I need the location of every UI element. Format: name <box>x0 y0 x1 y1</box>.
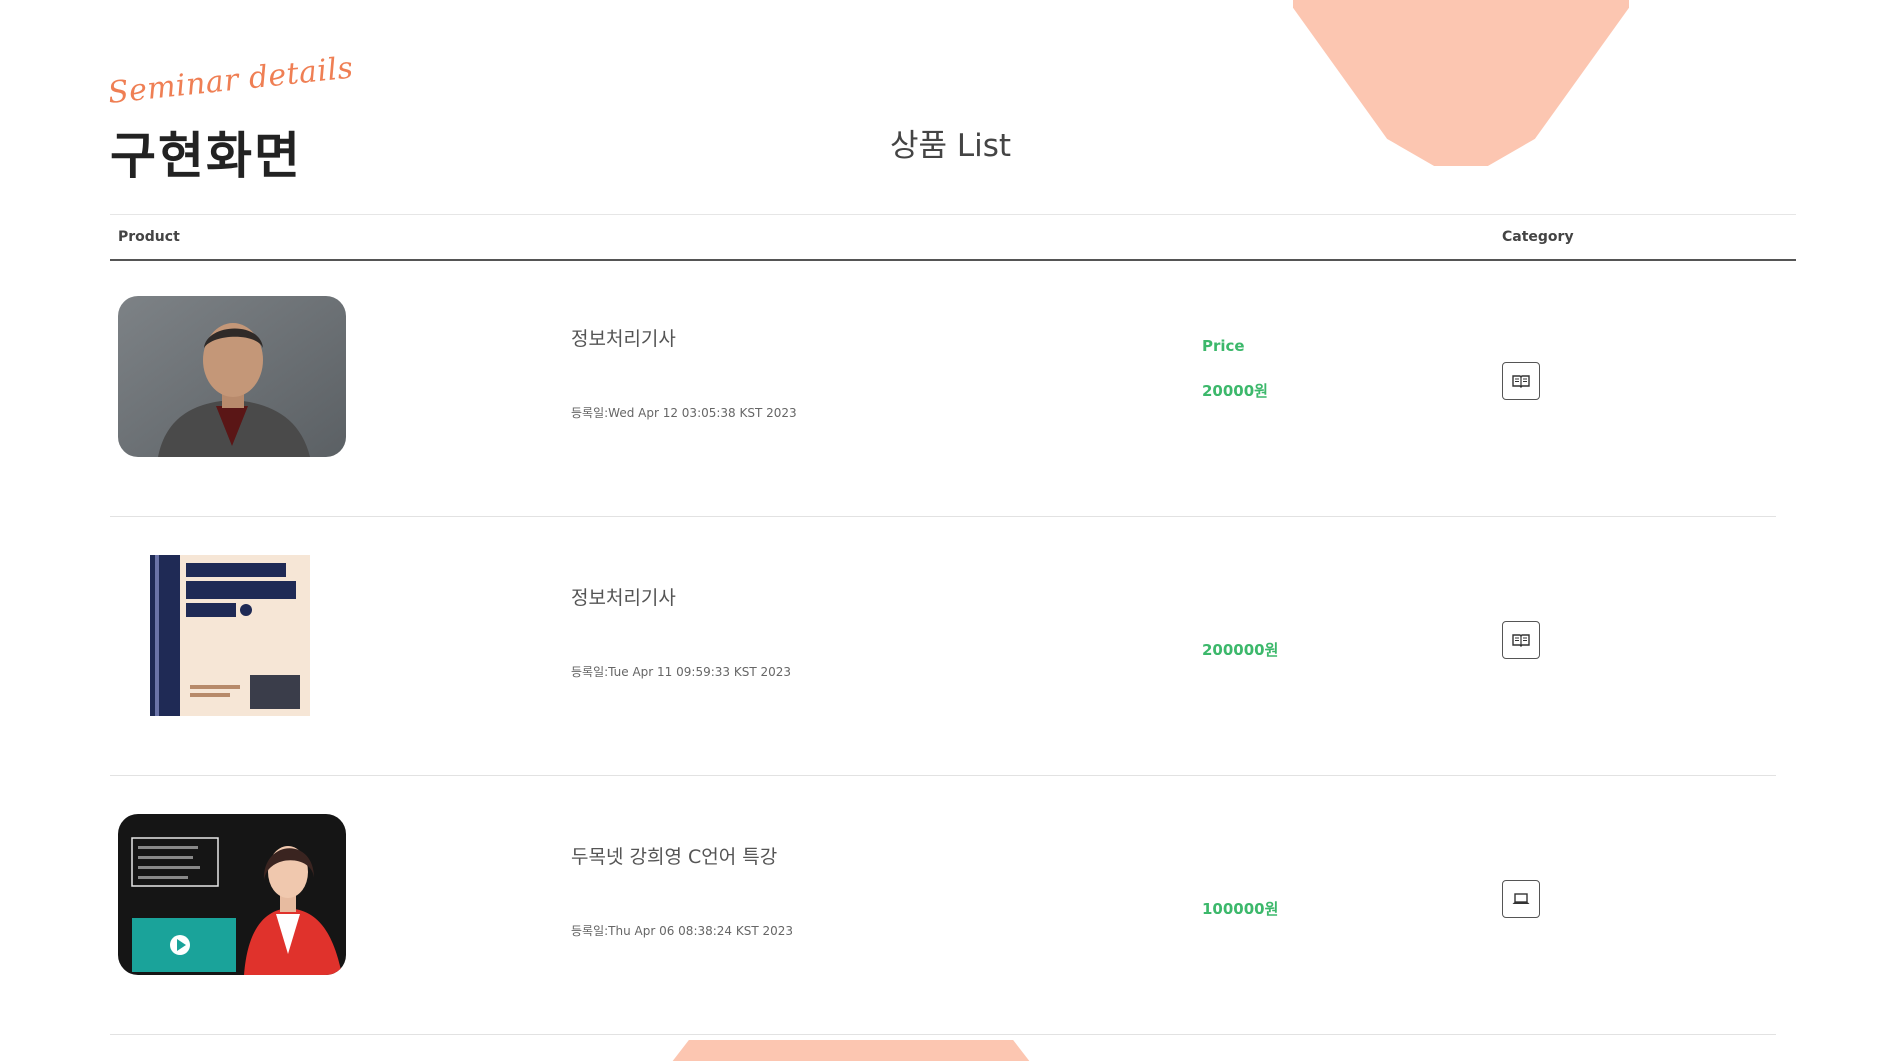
column-header-product: Product <box>118 229 180 245</box>
laptop-icon <box>1512 893 1530 904</box>
portrait-man-icon[interactable] <box>118 296 346 457</box>
page-title: 구현화면 <box>110 127 302 185</box>
table-header: Product Price Category <box>110 214 1796 355</box>
product-name[interactable]: 정보처리기사 <box>571 324 676 351</box>
page: Seminar details 구현화면 상품 List Product Pri… <box>0 0 1886 1061</box>
product-price: 200000원 <box>1202 641 1279 659</box>
book-icon <box>1512 375 1530 388</box>
registration-date: 등록일:Thu Apr 06 08:38:24 KST 2023 <box>571 924 794 938</box>
book-icon <box>1512 634 1530 647</box>
product-name[interactable]: 두목넷 강희영 C언어 특강 <box>571 842 777 869</box>
registration-date: 등록일:Tue Apr 11 09:59:33 KST 2023 <box>571 665 792 679</box>
product-price: 100000원 <box>1202 900 1279 918</box>
product-price: 20000원 <box>1202 382 1268 400</box>
script-subtitle: Seminar details <box>106 50 356 111</box>
decorative-peach-shape-top <box>1293 0 1629 166</box>
book-cover-icon[interactable] <box>150 555 310 716</box>
category-button[interactable] <box>1502 621 1540 659</box>
table-row: 두목넷 강희영 C언어 특강 등록일:Thu Apr 06 08:38:24 K… <box>110 776 1776 1035</box>
list-title: 상품 List <box>890 128 1012 164</box>
table-row: 정보처리기사 등록일:Tue Apr 11 09:59:33 KST 2023 … <box>110 517 1776 776</box>
column-header-category: Category <box>1502 229 1574 245</box>
decorative-peach-shape-bottom <box>658 1040 1044 1061</box>
category-button[interactable] <box>1502 880 1540 918</box>
registration-date: 등록일:Wed Apr 12 03:05:38 KST 2023 <box>571 406 797 420</box>
table-row: 정보처리기사 등록일:Wed Apr 12 03:05:38 KST 2023 … <box>110 258 1776 517</box>
category-button[interactable] <box>1502 362 1540 400</box>
product-name[interactable]: 정보처리기사 <box>571 583 676 610</box>
lecture-banner-icon[interactable] <box>118 814 346 975</box>
